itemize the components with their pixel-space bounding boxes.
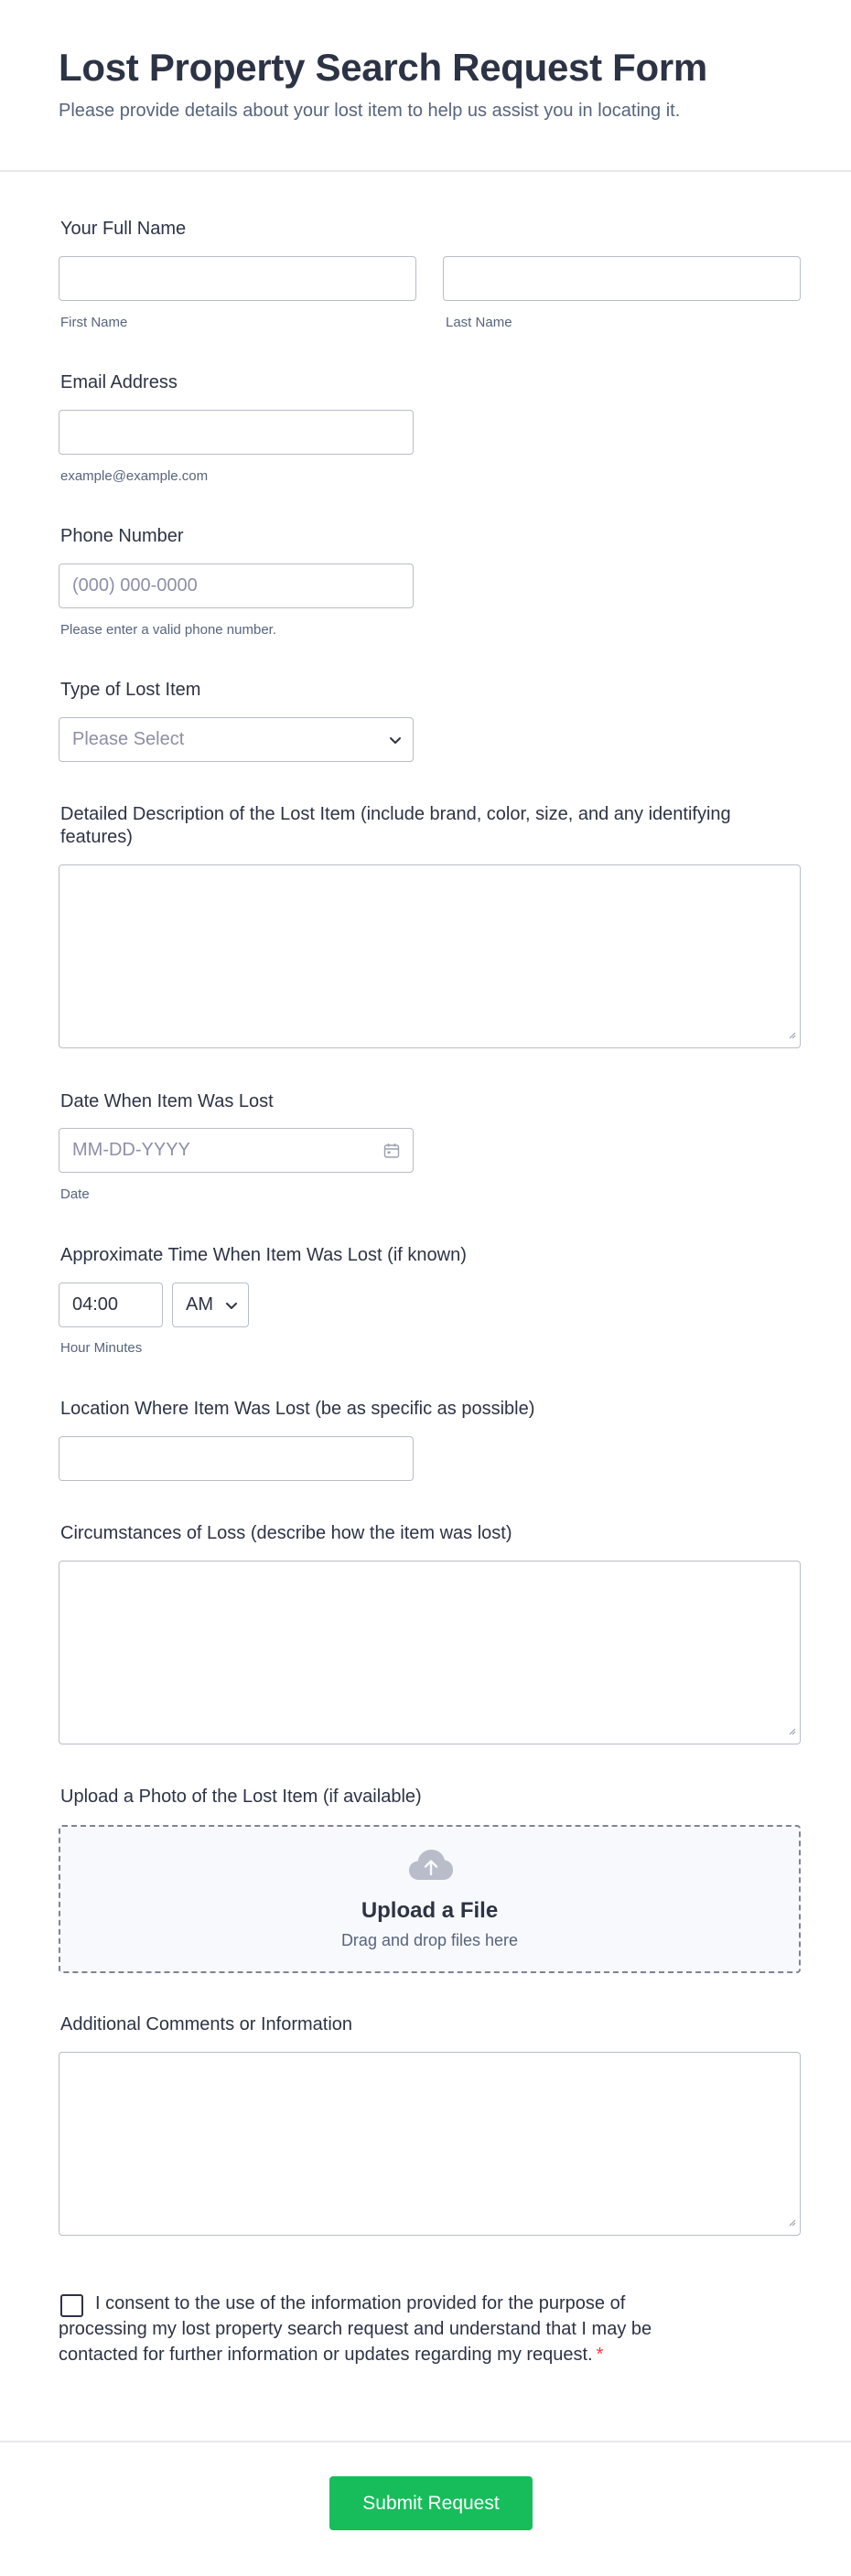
resize-handle-icon[interactable] <box>787 1027 796 1044</box>
consent-checkbox[interactable] <box>60 2294 83 2317</box>
required-asterisk: * <box>596 2345 604 2365</box>
comments-label: Additional Comments or Information <box>60 2014 353 2034</box>
description-textarea[interactable] <box>59 864 801 1048</box>
email-field[interactable] <box>59 410 414 455</box>
chevron-down-icon <box>225 1299 238 1315</box>
cloud-upload-icon <box>408 1849 454 1886</box>
time-value: 04:00 <box>72 1294 119 1315</box>
upload-label: Upload a Photo of the Lost Item (if avai… <box>60 1787 422 1807</box>
form-header: Lost Property Search Request Form Please… <box>0 0 851 172</box>
phone-sublabel: Please enter a valid phone number. <box>60 622 276 638</box>
calendar-icon[interactable] <box>383 1143 400 1164</box>
date-lost-sublabel: Date <box>60 1186 90 1202</box>
full-name-label: Your Full Name <box>60 219 187 239</box>
first-name-input[interactable] <box>59 256 416 301</box>
item-type-selected: Please Select <box>72 729 185 749</box>
first-name-sublabel: First Name <box>60 315 128 330</box>
file-upload-dropzone[interactable]: Upload a File Drag and drop files here <box>59 1825 801 1973</box>
time-input[interactable]: 04:00 <box>59 1283 163 1327</box>
upload-title: Upload a File <box>361 1898 499 1923</box>
time-lost-label: Approximate Time When Item Was Lost (if … <box>60 1245 467 1265</box>
ampm-select[interactable]: AM <box>172 1283 249 1327</box>
last-name-sublabel: Last Name <box>446 315 512 330</box>
resize-handle-icon[interactable] <box>787 2215 796 2231</box>
comments-textarea[interactable] <box>59 2052 801 2236</box>
upload-subtitle: Drag and drop files here <box>340 1931 519 1949</box>
email-sublabel: example@example.com <box>60 468 209 484</box>
circumstances-label: Circumstances of Loss (describe how the … <box>60 1523 512 1543</box>
time-sublabel: Hour Minutes <box>60 1340 143 1356</box>
date-lost-label: Date When Item Was Lost <box>60 1091 274 1111</box>
description-label: Detailed Description of the Lost Item (i… <box>60 804 731 847</box>
location-label: Location Where Item Was Lost (be as spec… <box>60 1399 535 1419</box>
phone-input[interactable]: (000) 000-0000 <box>59 564 414 608</box>
date-lost-input[interactable]: MM-DD-YYYY <box>59 1128 414 1173</box>
circumstances-textarea[interactable] <box>59 1561 801 1744</box>
item-type-select[interactable]: Please Select <box>59 717 414 762</box>
consent-text: I consent to the use of the information … <box>59 2293 652 2365</box>
email-label: Email Address <box>60 372 178 392</box>
consent-statement: I consent to the use of the information … <box>59 2291 717 2367</box>
phone-label: Phone Number <box>60 526 184 546</box>
item-type-label: Type of Lost Item <box>60 680 201 700</box>
chevron-down-icon <box>389 734 402 750</box>
phone-placeholder: (000) 000-0000 <box>72 575 198 596</box>
location-input[interactable] <box>59 1436 414 1481</box>
form-title: Lost Property Search Request Form <box>59 46 707 89</box>
resize-handle-icon[interactable] <box>787 1723 796 1740</box>
submit-button[interactable]: Submit Request <box>329 2476 533 2530</box>
date-lost-placeholder: MM-DD-YYYY <box>72 1140 190 1160</box>
form-subtitle: Please provide details about your lost i… <box>59 101 681 121</box>
footer-divider <box>0 2441 851 2442</box>
last-name-input[interactable] <box>443 256 801 301</box>
ampm-value: AM <box>186 1294 213 1315</box>
